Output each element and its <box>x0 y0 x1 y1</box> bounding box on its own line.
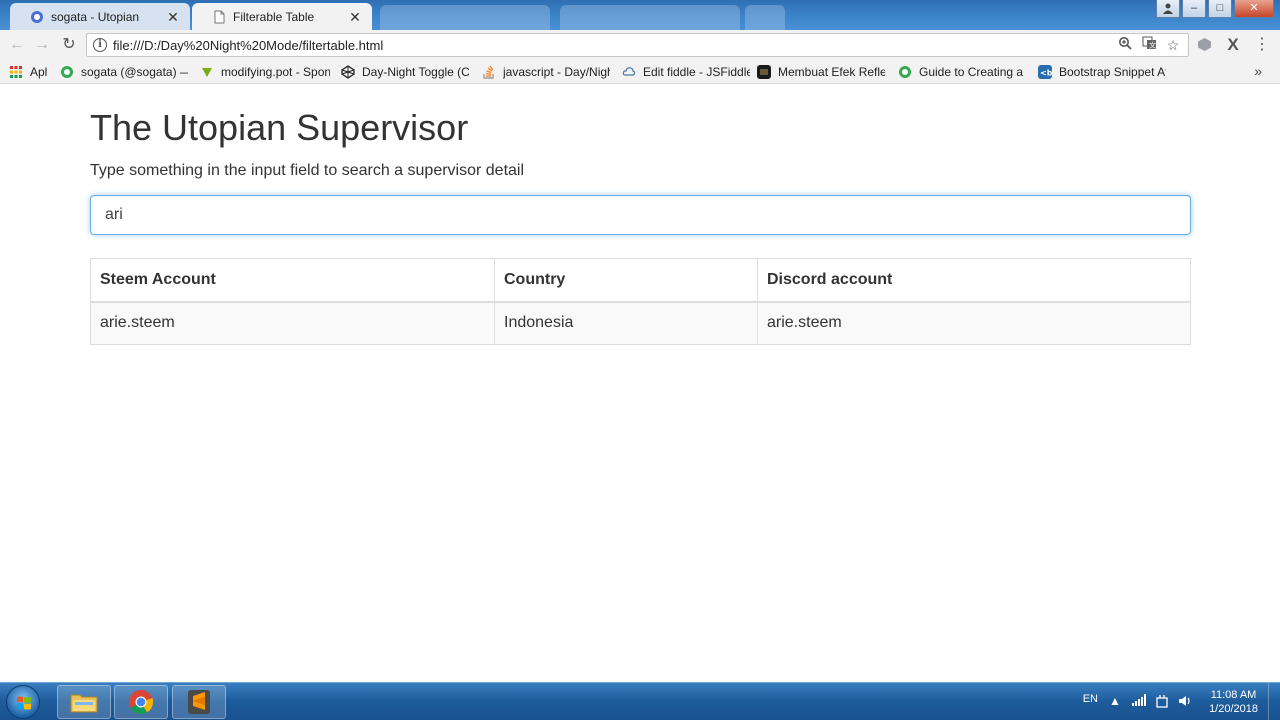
bookmark-label: Apl <box>30 65 48 79</box>
system-clock[interactable]: 11:08 AM 1/20/2018 <box>1209 688 1258 716</box>
clock-time: 11:08 AM <box>1210 689 1257 701</box>
window-controls: – □ ✕ <box>1156 0 1274 18</box>
page-description: Type something in the input field to sea… <box>90 162 525 179</box>
taskbar-chrome[interactable] <box>114 685 168 719</box>
tab-ghost-bootstrap[interactable] <box>380 5 550 30</box>
svg-text:文: 文 <box>1149 41 1156 50</box>
search-input[interactable] <box>90 195 1191 235</box>
cell-country: Indonesia <box>494 301 758 345</box>
cell-steem-account: arie.steem <box>90 301 495 345</box>
stackoverflow-icon <box>483 65 494 79</box>
tab-ghost-tutorials[interactable] <box>560 5 740 30</box>
file-explorer-icon <box>70 694 98 713</box>
image-site-icon <box>757 65 771 79</box>
page-title: The Utopian Supervisor <box>90 107 469 148</box>
more-bookmarks-chevron-icon[interactable]: » <box>1254 63 1262 79</box>
bookmark-label: Day-Night Toggle (C <box>362 65 469 79</box>
bookmarks-bar: Apl sogata (@sogata) — modifying.pot - S… <box>0 60 1280 84</box>
column-header-steem-account: Steem Account <box>90 258 495 303</box>
network-signal-icon[interactable] <box>1132 694 1146 708</box>
power-plug-icon[interactable] <box>1155 694 1169 708</box>
reload-icon[interactable]: ↻ <box>60 36 78 54</box>
bookmark-membuat-efek[interactable]: Membuat Efek Reflek <box>757 64 885 80</box>
bookmark-star-icon[interactable]: ☆ <box>1164 36 1182 54</box>
table-header-row: Steem Account Country Discord account <box>90 258 1191 303</box>
close-icon[interactable]: ✕ <box>166 10 180 24</box>
clock-date: 1/20/2018 <box>1209 703 1258 715</box>
bookmark-label: Bootstrap Snippet At <box>1059 65 1166 79</box>
bookmark-label: modifying.pot - Spon <box>221 65 330 79</box>
bookmark-javascript[interactable]: javascript - Day/Nigh <box>482 64 610 80</box>
bookmark-label: Guide to Creating a D <box>919 65 1026 79</box>
table-row: arie.steem Indonesia arie.steem <box>90 301 1191 345</box>
browser-titlebar: sogata - Utopian ✕ Filterable Table ✕ – … <box>0 0 1280 30</box>
chrome-icon <box>129 690 154 715</box>
minimize-button[interactable]: – <box>1182 0 1206 18</box>
tab-title: sogata - Utopian <box>51 9 140 24</box>
address-bar[interactable]: i file:///D:/Day%20Night%20Mode/filterta… <box>86 33 1189 57</box>
bootsnipp-icon: <b <box>1038 65 1052 79</box>
utopian-favicon-icon <box>31 10 43 23</box>
menu-kebab-icon[interactable]: ⋮ <box>1254 37 1270 53</box>
extension-icon[interactable] <box>1196 37 1212 53</box>
bookmark-jsfiddle[interactable]: Edit fiddle - JSFiddle <box>622 64 750 80</box>
apps-grid-icon <box>10 66 22 78</box>
show-desktop-button[interactable] <box>1268 683 1280 720</box>
column-header-country: Country <box>494 258 758 303</box>
bookmark-modifying-pot[interactable]: modifying.pot - Spon <box>200 64 330 80</box>
close-window-button[interactable]: ✕ <box>1234 0 1274 18</box>
cell-discord-account: arie.steem <box>757 301 1191 345</box>
tab-utopian[interactable]: sogata - Utopian ✕ <box>10 3 190 30</box>
info-icon[interactable]: i <box>93 38 107 52</box>
poedit-icon <box>202 68 212 77</box>
page-content: The Utopian Supervisor Type something in… <box>0 85 1280 682</box>
url-text[interactable]: file:///D:/Day%20Night%20Mode/filtertabl… <box>113 38 1116 53</box>
new-tab-button[interactable] <box>745 5 785 30</box>
back-arrow-icon[interactable]: ← <box>8 36 26 54</box>
bookmark-label: Membuat Efek Reflek <box>778 65 885 79</box>
taskbar-sublime-text[interactable] <box>172 685 226 719</box>
taskbar-file-explorer[interactable] <box>57 685 111 719</box>
bookmark-label: javascript - Day/Nigh <box>503 65 610 79</box>
browser-toolbar: ← → ↻ i file:///D:/Day%20Night%20Mode/fi… <box>0 30 1280 60</box>
tab-filterable-table[interactable]: Filterable Table ✕ <box>192 3 372 30</box>
close-icon[interactable]: ✕ <box>348 10 362 24</box>
sublime-text-icon <box>188 690 210 714</box>
svg-text:<b: <b <box>1040 69 1052 78</box>
supervisor-table: Steem Account Country Discord account ar… <box>90 258 1191 345</box>
language-indicator[interactable]: EN <box>1083 693 1098 705</box>
jsfiddle-icon <box>622 67 636 76</box>
forward-arrow-icon[interactable]: → <box>33 36 51 54</box>
volume-icon[interactable] <box>1178 694 1192 708</box>
codepen-icon <box>341 65 355 79</box>
maximize-button[interactable]: □ <box>1208 0 1232 18</box>
bookmark-guide[interactable]: Guide to Creating a D <box>898 64 1026 80</box>
bookmark-label: sogata (@sogata) — <box>81 65 188 79</box>
page-favicon-icon <box>214 10 225 23</box>
bookmark-apps[interactable]: Apl <box>9 64 53 80</box>
user-icon[interactable] <box>1156 0 1180 18</box>
x-extension-icon[interactable]: X <box>1225 36 1241 53</box>
translate-icon[interactable]: 文 <box>1140 36 1158 54</box>
tab-title: Filterable Table <box>233 9 315 24</box>
windows-logo-icon <box>17 696 31 710</box>
start-button[interactable] <box>6 685 40 719</box>
bookmark-sogata[interactable]: sogata (@sogata) — <box>60 64 188 80</box>
utopian-icon <box>899 66 911 78</box>
utopian-icon <box>61 66 73 78</box>
column-header-discord-account: Discord account <box>757 258 1191 303</box>
bookmark-day-night-toggle[interactable]: Day-Night Toggle (C <box>341 64 469 80</box>
bookmark-bootstrap-snippet[interactable]: <b Bootstrap Snippet At <box>1038 64 1166 80</box>
windows-taskbar: EN ▲ 11:08 AM 1/20/2018 <box>0 682 1280 720</box>
zoom-icon[interactable] <box>1116 36 1134 54</box>
bookmark-label: Edit fiddle - JSFiddle <box>643 65 750 79</box>
show-hidden-icons-icon[interactable]: ▲ <box>1108 694 1122 708</box>
